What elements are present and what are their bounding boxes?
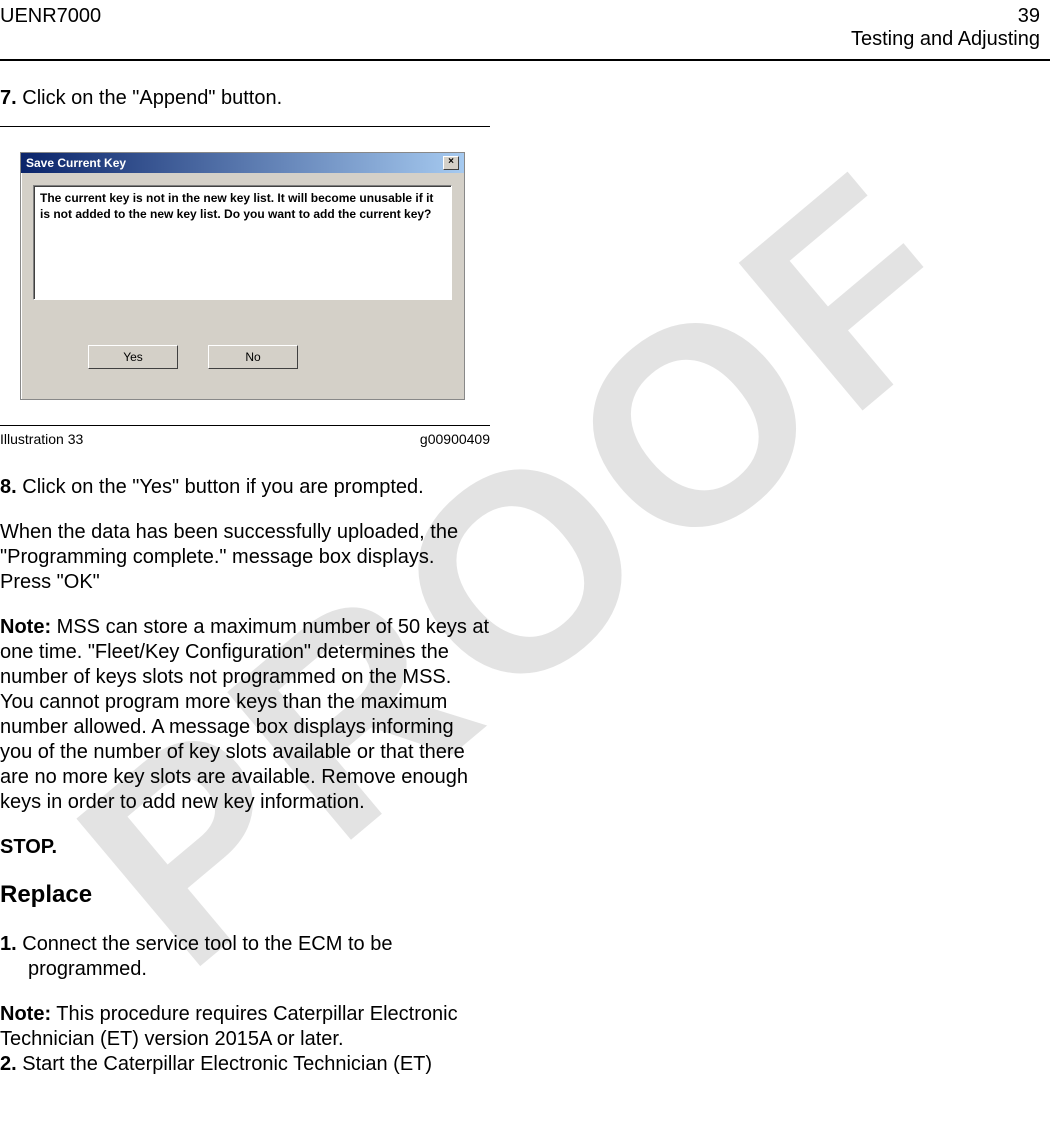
note-2-text: This procedure requires Caterpillar Elec…	[0, 1003, 458, 1050]
note-2: Note: This procedure requires Caterpilla…	[0, 1002, 490, 1052]
illustration-number: Illustration 33	[0, 431, 83, 447]
dialog-title: Save Current Key	[26, 156, 126, 170]
save-current-key-dialog: Save Current Key × The current key is no…	[20, 152, 465, 400]
step-8: 8. Click on the "Yes" button if you are …	[0, 475, 490, 500]
caption-divider	[0, 425, 490, 426]
illustration-caption: Illustration 33 g00900409	[0, 431, 490, 447]
doc-id: UENR7000	[0, 5, 101, 51]
step-8-text: Click on the "Yes" button if you are pro…	[17, 476, 424, 498]
step-7-number: 7.	[0, 87, 17, 109]
step-1: 1. Connect the service tool to the ECM t…	[0, 932, 490, 982]
dialog-titlebar: Save Current Key ×	[21, 153, 464, 173]
step-2-number: 2.	[0, 1053, 17, 1075]
step-2: 2. Start the Caterpillar Electronic Tech…	[0, 1052, 490, 1077]
replace-heading: Replace	[0, 880, 490, 910]
step-7: 7. Click on the "Append" button.	[0, 86, 490, 111]
page-header: UENR7000 39 Testing and Adjusting	[0, 0, 1050, 61]
no-button[interactable]: No	[208, 345, 298, 369]
step-2-text: Start the Caterpillar Electronic Technic…	[17, 1053, 432, 1075]
close-icon[interactable]: ×	[443, 156, 459, 170]
note-1-label: Note:	[0, 616, 51, 638]
note-1-text: MSS can store a maximum number of 50 key…	[0, 616, 489, 813]
step-7-text: Click on the "Append" button.	[17, 87, 282, 109]
note-1: Note: MSS can store a maximum number of …	[0, 615, 490, 815]
section-title: Testing and Adjusting	[851, 28, 1040, 51]
step-1-text: Connect the service tool to the ECM to b…	[17, 933, 393, 955]
yes-button[interactable]: Yes	[88, 345, 178, 369]
stop-text: STOP.	[0, 835, 490, 860]
illustration-id: g00900409	[420, 431, 490, 447]
upload-paragraph: When the data has been successfully uplo…	[0, 520, 490, 595]
step-8-number: 8.	[0, 476, 17, 498]
divider	[0, 126, 490, 127]
step-1-number: 1.	[0, 933, 17, 955]
page-number: 39	[851, 5, 1040, 28]
step-1-text-cont: programmed.	[0, 957, 490, 982]
note-2-label: Note:	[0, 1003, 51, 1025]
dialog-message: The current key is not in the new key li…	[33, 185, 452, 300]
